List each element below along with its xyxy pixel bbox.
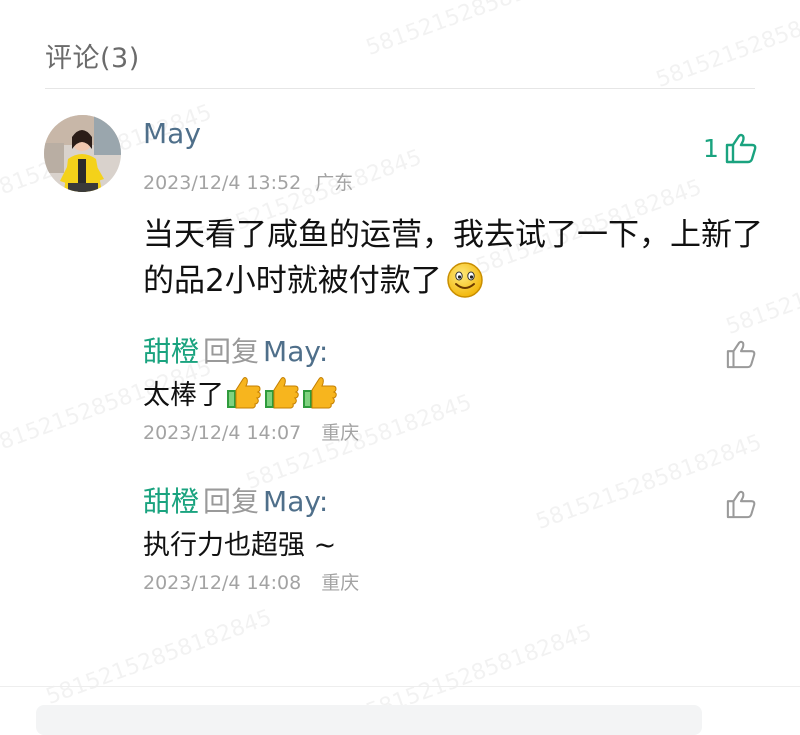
reply-author[interactable]: 甜橙	[143, 335, 199, 368]
comment-meta: 2023/12/4 13:52 广东	[143, 168, 353, 195]
comment-text: 当天看了咸鱼的运营，我去试了一下，上新了的品2小时就被付款了	[143, 212, 773, 312]
reply-verb: 回复	[203, 335, 260, 368]
reply-author[interactable]: 甜橙	[143, 485, 199, 518]
reply-meta: 2023/12/4 14:08 重庆	[143, 568, 359, 595]
watermark: 58152152858182845	[42, 605, 276, 710]
comment-input[interactable]	[36, 705, 702, 735]
reply-meta: 2023/12/4 14:07 重庆	[143, 418, 359, 445]
thumbs-up-emoji-icon	[264, 376, 300, 417]
reply-time: 2023/12/4 14:08	[143, 572, 302, 594]
comment-username[interactable]: May	[143, 117, 201, 150]
reply-location: 重庆	[321, 572, 360, 594]
reply-verb: 回复	[203, 485, 260, 518]
watermark: 58152152858182845	[652, 0, 800, 93]
reply-colon: :	[318, 335, 329, 368]
reply-header: 甜橙 回复 May:	[143, 330, 328, 370]
smile-emoji-icon	[446, 261, 484, 312]
reply-location: 重庆	[321, 422, 360, 444]
reply-colon: :	[318, 485, 329, 518]
comment-location: 广东	[315, 172, 354, 194]
header-divider	[45, 88, 755, 89]
thumbs-up-icon[interactable]	[725, 339, 757, 373]
thumbs-up-emoji-icon	[226, 376, 262, 417]
thumbs-up-emoji-icon	[302, 376, 338, 417]
reply-text: 执行力也超强 ~	[143, 530, 337, 561]
comment-like-count: 1	[703, 134, 719, 163]
reply-target[interactable]: May	[263, 335, 319, 368]
thumbs-up-icon[interactable]	[724, 132, 758, 168]
footer-divider	[0, 686, 800, 687]
thumbs-up-icon[interactable]	[725, 489, 757, 523]
watermark: 58152152858182845	[362, 0, 596, 61]
reply-target[interactable]: May	[263, 485, 319, 518]
reply-text: 太棒了	[143, 373, 338, 417]
reply-text-content: 太棒了	[143, 380, 224, 411]
reply-header: 甜橙 回复 May:	[143, 480, 328, 520]
avatar[interactable]	[44, 115, 121, 192]
comments-title: 评论(3)	[45, 43, 140, 74]
reply-time: 2023/12/4 14:07	[143, 422, 302, 444]
comment-time: 2023/12/4 13:52	[143, 172, 302, 194]
